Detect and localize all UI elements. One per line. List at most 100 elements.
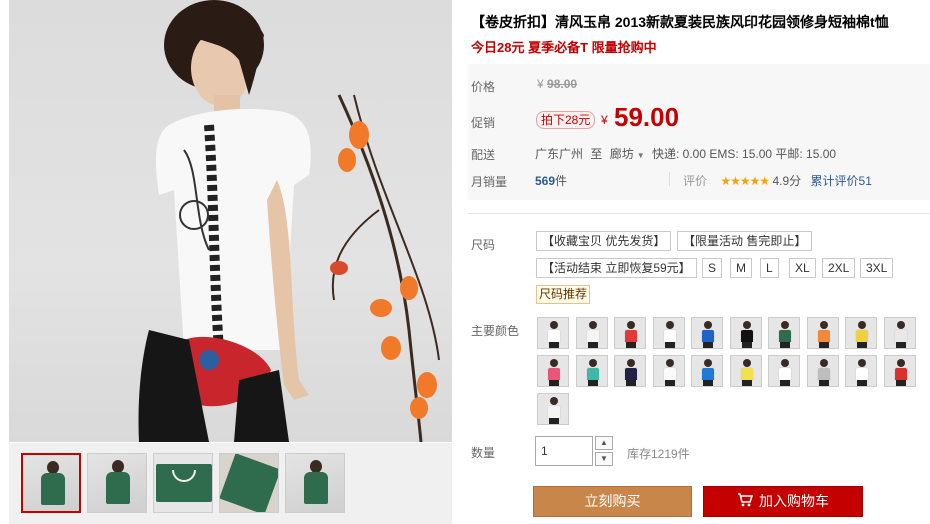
product-page: 【卷皮折扣】清风玉帛 2013新款夏装民族风印花园领修身短袖棉t恤 今日28元 … — [0, 0, 930, 524]
swatch-pants — [780, 342, 790, 348]
swatch-model-head — [550, 359, 558, 367]
swatch-pants — [703, 342, 713, 348]
quantity-label: 数量 — [471, 446, 496, 460]
original-price-value: 98.00 — [547, 77, 578, 91]
color-swatch[interactable] — [729, 317, 762, 349]
color-swatch[interactable] — [652, 317, 685, 349]
swatch-shirt — [855, 329, 869, 343]
swatch-pants — [626, 380, 636, 386]
add-to-cart-button[interactable]: 加入购物车 — [703, 486, 863, 517]
swatch-model-head — [781, 359, 789, 367]
swatch-pants — [626, 342, 636, 348]
size-option-l[interactable]: L — [760, 258, 779, 278]
color-swatch[interactable] — [537, 393, 569, 425]
quantity-increase-button[interactable]: ▲ — [595, 436, 613, 450]
promo-tag: 拍下28元 — [536, 111, 596, 129]
swatch-shirt — [816, 329, 831, 343]
color-swatch[interactable] — [614, 355, 646, 387]
quantity-decrease-button[interactable]: ▼ — [595, 452, 613, 466]
thumbnail-4[interactable] — [219, 453, 279, 513]
swatch-pants — [549, 380, 559, 386]
color-swatch[interactable] — [806, 317, 839, 349]
swatch-pants — [741, 342, 752, 348]
total-reviews-link[interactable]: 累计评价51 — [811, 174, 872, 188]
swatch-pants — [857, 342, 867, 348]
color-swatch[interactable] — [614, 317, 646, 349]
original-price: ¥ 98.00 — [537, 77, 577, 91]
size-option-xl[interactable]: XL — [789, 258, 816, 278]
quantity-input[interactable] — [535, 436, 593, 466]
swatch-shirt — [547, 405, 561, 419]
monthly-sales: 569件 — [535, 172, 567, 189]
size-option[interactable]: 【限量活动 售完即止】 — [677, 231, 813, 251]
size-option-m[interactable]: M — [730, 258, 752, 278]
swatch-pants — [818, 380, 829, 386]
thumbnail-2[interactable] — [87, 453, 147, 513]
ship-from: 广东广州 — [535, 147, 584, 161]
stock-count: 库存1219件 — [627, 447, 690, 461]
size-guide-link[interactable]: 尺码推荐 — [536, 285, 591, 304]
shipping-info: 广东广州 至 廊坊 ▼ 快递: 0.00 EMS: 15.00 平邮: 15.00 — [535, 145, 836, 162]
swatch-model-head — [665, 359, 674, 367]
color-swatch[interactable] — [575, 355, 608, 387]
swatch-shirt — [662, 329, 677, 343]
swatch-pants — [664, 342, 675, 348]
thumbnail-5[interactable] — [285, 453, 345, 513]
swatch-model-head — [819, 321, 828, 329]
swatch-shirt — [816, 367, 831, 381]
swatch-model-head — [896, 359, 905, 367]
model-photo — [138, 0, 440, 442]
size-option-2xl[interactable]: 2XL — [822, 258, 856, 278]
swatch-pants — [664, 380, 675, 386]
thumbnail-3[interactable] — [153, 453, 213, 513]
swatch-pants — [587, 380, 598, 386]
color-swatch[interactable] — [883, 355, 916, 387]
main-product-image[interactable] — [9, 0, 452, 442]
color-swatch[interactable] — [806, 355, 839, 387]
thumbnail-strip — [9, 443, 452, 524]
size-option[interactable]: 【活动结束 立即恢复59元】 — [536, 258, 697, 278]
color-swatch[interactable] — [537, 317, 569, 349]
shipping-fees: 快递: 0.00 EMS: 15.00 平邮: 15.00 — [652, 147, 837, 161]
size-option-s[interactable]: S — [702, 258, 723, 278]
swatch-shirt — [624, 329, 638, 343]
swatch-shirt — [893, 367, 908, 381]
buy-now-button[interactable]: 立刻购买 — [533, 486, 692, 517]
swatch-model-head — [781, 321, 789, 329]
swatch-pants — [818, 342, 829, 348]
swatch-model-head — [550, 397, 558, 405]
color-swatch[interactable] — [883, 317, 916, 349]
swatch-pants — [780, 380, 790, 386]
color-swatch[interactable] — [575, 317, 608, 349]
color-swatch[interactable] — [537, 355, 569, 387]
size-label: 尺码 — [471, 238, 496, 252]
color-swatch[interactable] — [768, 317, 800, 349]
swatch-model-head — [627, 359, 635, 367]
color-swatch[interactable] — [691, 317, 723, 349]
color-swatch[interactable] — [768, 355, 800, 387]
rating-label: 评价 — [683, 174, 708, 188]
monthly-sales-unit: 件 — [555, 174, 568, 188]
swatch-shirt — [855, 367, 869, 381]
size-option-3xl[interactable]: 3XL — [860, 258, 894, 278]
color-swatch[interactable] — [729, 355, 762, 387]
color-swatch[interactable] — [845, 317, 877, 349]
swatch-pants — [895, 342, 906, 348]
thumbnail-1[interactable] — [21, 453, 81, 513]
swatch-pants — [703, 380, 713, 386]
original-currency: ¥ — [537, 77, 544, 91]
swatch-shirt — [701, 367, 715, 381]
monthly-sales-label: 月销量 — [471, 175, 508, 189]
ship-to-select[interactable]: 廊坊 ▼ — [610, 147, 648, 161]
color-swatch[interactable] — [845, 355, 877, 387]
chevron-down-icon: ▼ — [636, 151, 645, 160]
swatch-shirt — [624, 367, 638, 381]
shipping-label: 配送 — [471, 148, 496, 162]
swatch-model-head — [742, 321, 751, 329]
size-option[interactable]: 【收藏宝贝 优先发货】 — [536, 231, 672, 251]
color-swatch[interactable] — [652, 355, 685, 387]
swatch-model-head — [858, 359, 866, 367]
divider — [669, 172, 670, 186]
color-swatch[interactable] — [691, 355, 723, 387]
cart-icon — [737, 488, 754, 517]
